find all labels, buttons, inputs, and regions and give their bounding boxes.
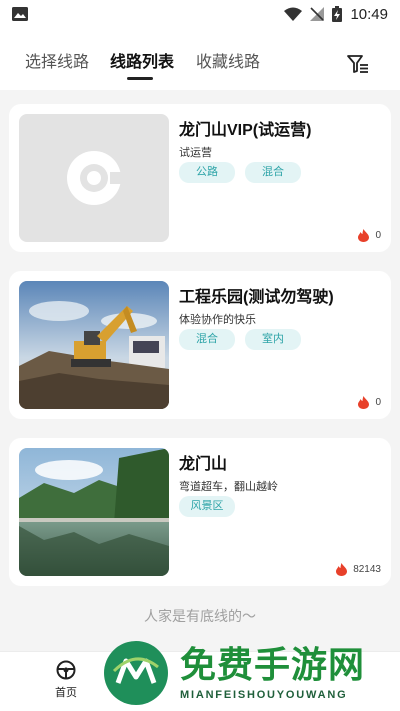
- fire-icon: [358, 396, 370, 409]
- route-subtitle: 试运营: [179, 147, 212, 159]
- watermark-subtitle: MIANFEISHOUYOUWANG: [180, 689, 348, 701]
- route-card[interactable]: 龙门山 弯道超车，翻山越岭 风景区 82143: [9, 438, 391, 586]
- route-subtitle: 体验协作的快乐: [179, 314, 256, 326]
- tab-route-list[interactable]: 线路列表: [110, 48, 174, 72]
- heat-counter: 0: [358, 396, 381, 409]
- route-subtitle: 弯道超车，翻山越岭: [179, 481, 278, 493]
- heat-count: 0: [375, 230, 381, 241]
- heat-count: 82143: [353, 564, 381, 575]
- fire-icon: [336, 563, 348, 576]
- end-of-list-note: 人家是有底线的～: [144, 608, 256, 624]
- watermark-logo-icon: [106, 643, 166, 703]
- status-time: 10:49: [350, 5, 388, 23]
- route-tag: 风景区: [179, 496, 235, 517]
- nav-home[interactable]: 首页: [36, 660, 96, 700]
- excavator-photo: [19, 281, 169, 409]
- wifi-icon: [284, 7, 303, 21]
- no-signal-icon: [310, 7, 325, 21]
- route-thumbnail-lake: [19, 448, 169, 576]
- steering-wheel-icon: [56, 660, 76, 680]
- active-tab-indicator: [127, 77, 153, 80]
- lake-mountain-photo: [19, 448, 169, 576]
- watermark-title: 免费手游网: [180, 645, 366, 686]
- route-tag: 公路: [179, 162, 235, 183]
- route-card[interactable]: 工程乐园(测试勿驾驶) 体验协作的快乐 混合 室内 0: [9, 271, 391, 419]
- heat-count: 0: [375, 397, 381, 408]
- route-title: 工程乐园(测试勿驾驶): [179, 289, 334, 306]
- heat-counter: 0: [358, 229, 381, 242]
- route-thumbnail-placeholder: [19, 114, 169, 242]
- app-logo-icon: [67, 151, 124, 205]
- battery-charging-icon: [332, 6, 343, 22]
- top-tabs-header: 选择线路 线路列表 收藏线路: [0, 28, 400, 90]
- route-tag: 混合: [245, 162, 301, 183]
- route-title: 龙门山: [179, 456, 228, 473]
- nav-home-label: 首页: [55, 687, 77, 699]
- route-title: 龙门山VIP(试运营): [179, 122, 312, 139]
- tab-select-route[interactable]: 选择线路: [25, 48, 89, 72]
- filter-icon[interactable]: [346, 52, 370, 76]
- watermark-logo: [104, 641, 168, 705]
- route-card[interactable]: 龙门山VIP(试运营) 试运营 公路 混合 0: [9, 104, 391, 252]
- tab-favorite-routes[interactable]: 收藏线路: [196, 48, 260, 72]
- status-bar: 10:49: [0, 0, 400, 28]
- route-tag: 混合: [179, 329, 235, 350]
- route-tag: 室内: [245, 329, 301, 350]
- fire-icon: [358, 229, 370, 242]
- image-icon: [12, 7, 28, 21]
- route-thumbnail-excavator: [19, 281, 169, 409]
- heat-counter: 82143: [336, 563, 381, 576]
